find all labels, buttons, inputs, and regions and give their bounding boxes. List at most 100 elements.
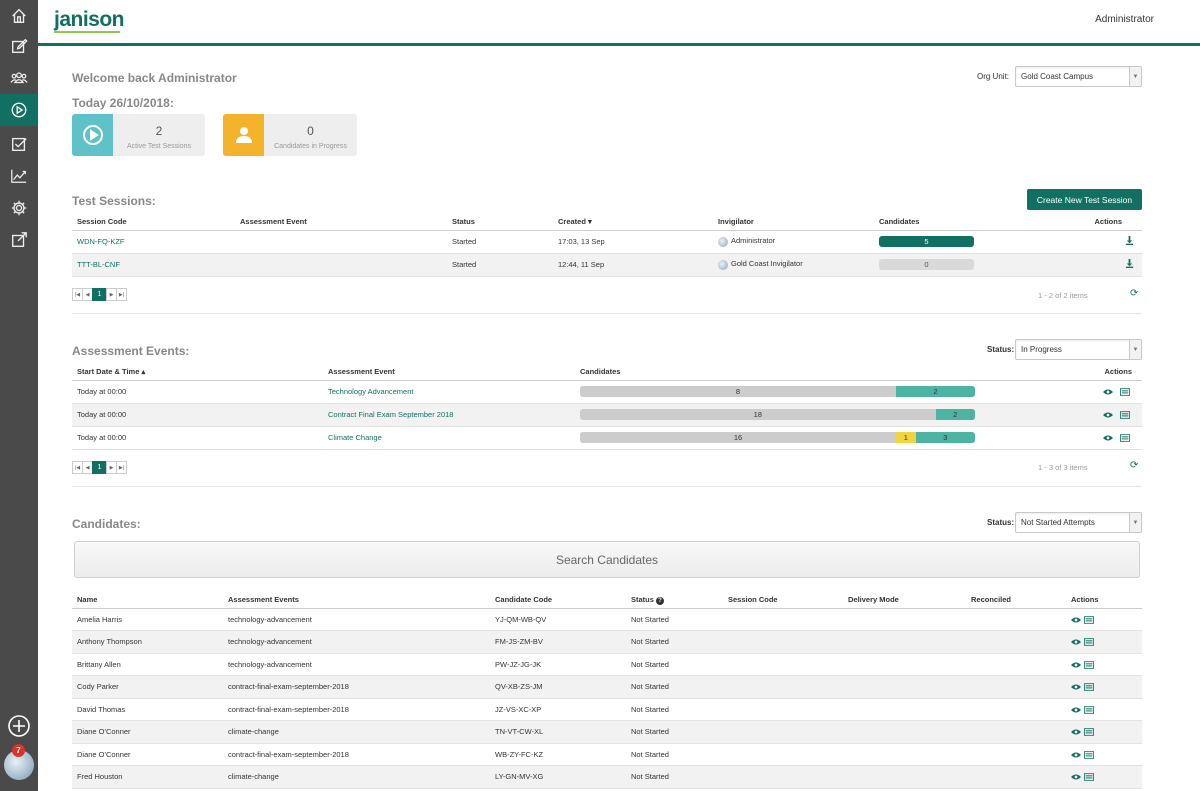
eye-icon[interactable] — [1071, 728, 1081, 736]
eye-icon[interactable] — [1071, 751, 1081, 759]
table-row: David Thomas contract-final-exam-septemb… — [72, 698, 1142, 721]
create-test-session-button[interactable]: Create New Test Session — [1027, 189, 1142, 210]
monitor-icon[interactable] — [1084, 661, 1095, 669]
column-header: Candidates — [575, 364, 995, 381]
candidates-count: 5 — [924, 237, 929, 246]
pager-info: 1 - 2 of 2 items — [1038, 291, 1088, 300]
assessment-event-link[interactable]: Climate Change — [328, 433, 382, 442]
stat-active-sessions[interactable]: 2 Active Test Sessions — [72, 114, 205, 156]
add-circle-icon[interactable] — [7, 714, 31, 738]
org-unit-label: Org Unit: — [977, 72, 1010, 81]
stat-value: 0 — [307, 124, 314, 138]
session-code-link[interactable]: TTT-BL-CNF — [77, 260, 120, 269]
sidebar-item-deliver[interactable] — [0, 94, 38, 126]
assessment-event-link[interactable]: Technology Advancement — [328, 387, 413, 396]
download-icon[interactable] — [1125, 259, 1134, 268]
candidate-name: Diane O'Conner — [72, 743, 223, 766]
candidates-bar[interactable]: 5 — [879, 236, 974, 247]
column-header[interactable]: Session Code — [72, 214, 235, 231]
column-header[interactable]: Status — [447, 214, 553, 231]
page-number[interactable]: 1 — [92, 461, 107, 474]
eye-icon[interactable] — [1102, 411, 1113, 419]
help-icon[interactable]: ? — [656, 596, 665, 605]
session-code-cell — [723, 653, 843, 676]
sidebar-item-users[interactable] — [0, 62, 38, 94]
table-row: Today at 00:00 Contract Final Exam Septe… — [72, 403, 1142, 427]
sidebar-item-mark[interactable] — [0, 128, 38, 160]
monitor-icon[interactable] — [1084, 616, 1095, 624]
welcome-title: Welcome back Administrator — [72, 71, 237, 85]
column-header[interactable]: Reconciled — [966, 592, 1066, 609]
sidebar-item-external[interactable] — [0, 224, 38, 256]
monitor-icon[interactable] — [1084, 683, 1095, 691]
monitor-icon[interactable] — [1084, 751, 1095, 759]
column-header[interactable]: Name — [72, 592, 223, 609]
stat-candidates-in-progress[interactable]: 0 Candidates in Progress — [223, 114, 357, 156]
person-icon — [223, 114, 264, 156]
created-cell: 17:03, 13 Sep — [553, 230, 713, 254]
column-header[interactable]: Session Code — [723, 592, 843, 609]
bar-segment-completed: 2 — [896, 386, 975, 397]
eye-icon[interactable] — [1071, 706, 1081, 714]
reconciled-cell — [966, 765, 1066, 789]
monitor-icon[interactable] — [1120, 434, 1130, 442]
column-header: Actions — [1084, 214, 1142, 231]
session-code-link[interactable]: WDN-FQ-KZF — [77, 237, 125, 246]
session-code-cell — [723, 765, 843, 789]
app-logo[interactable]: janison — [54, 8, 125, 32]
last-page-icon[interactable]: ▶| — [116, 288, 127, 301]
monitor-icon[interactable] — [1120, 388, 1130, 396]
column-header[interactable]: Assessment Events — [223, 592, 490, 609]
monitor-icon[interactable] — [1120, 411, 1130, 419]
column-header[interactable]: Assessment Event — [323, 364, 575, 381]
column-header[interactable]: Invigilator — [713, 214, 874, 231]
refresh-icon[interactable]: ⟳ — [1130, 460, 1138, 471]
column-header[interactable]: Delivery Mode — [843, 592, 966, 609]
candidate-status-select[interactable]: Not Started Attempts ▼ — [1015, 512, 1142, 533]
sidebar-item-settings[interactable] — [0, 192, 38, 224]
eye-icon[interactable] — [1071, 773, 1081, 781]
reconciled-cell — [966, 608, 1066, 631]
candidates-table: Name Assessment Events Candidate Code St… — [72, 592, 1142, 789]
column-header[interactable]: Candidate Code — [490, 592, 626, 609]
status-select-value: In Progress — [1021, 345, 1062, 354]
assessment-event-link[interactable]: Contract Final Exam September 2018 — [328, 410, 453, 419]
assessment-status-select[interactable]: In Progress ▼ — [1015, 339, 1142, 360]
monitor-icon[interactable] — [1084, 728, 1095, 736]
last-page-icon[interactable]: ▶| — [116, 461, 127, 474]
column-header[interactable]: Created ▾ — [553, 214, 713, 231]
column-header[interactable]: Start Date & Time ▴ — [72, 364, 323, 381]
candidates-progress-bar[interactable]: 16 1 3 — [580, 432, 975, 443]
eye-icon[interactable] — [1071, 683, 1081, 691]
org-unit-select[interactable]: Gold Coast Campus ▼ — [1015, 66, 1142, 87]
eye-icon[interactable] — [1071, 638, 1081, 646]
column-header: Actions — [995, 364, 1142, 381]
column-header[interactable]: Assessment Event — [235, 214, 447, 231]
gear-icon — [11, 200, 27, 216]
sidebar-item-author[interactable] — [0, 30, 38, 62]
search-candidates-button[interactable]: Search Candidates — [74, 541, 1140, 578]
monitor-icon[interactable] — [1084, 638, 1095, 646]
user-menu[interactable]: Administrator — [1095, 14, 1154, 25]
today-date: Today 26/10/2018: — [72, 96, 174, 110]
candidate-name: Diane O'Conner — [72, 720, 223, 744]
candidates-progress-bar[interactable]: 18 2 — [580, 409, 975, 420]
candidates-bar[interactable]: 0 — [879, 259, 974, 270]
page-number[interactable]: 1 — [92, 288, 107, 301]
sidebar-item-reports[interactable] — [0, 160, 38, 192]
sidebar-item-home[interactable] — [0, 0, 38, 32]
monitor-icon[interactable] — [1084, 706, 1095, 714]
eye-icon[interactable] — [1102, 434, 1113, 442]
bar-segment-not-started: 16 — [580, 432, 896, 443]
sidebar: 7 — [0, 0, 38, 791]
download-icon[interactable] — [1125, 236, 1134, 245]
monitor-icon[interactable] — [1084, 773, 1095, 781]
table-row: Fred Houston climate-change LY-GN-MV-XG … — [72, 765, 1142, 789]
refresh-icon[interactable]: ⟳ — [1130, 288, 1138, 299]
column-header[interactable]: Candidates — [874, 214, 1084, 231]
eye-icon[interactable] — [1102, 388, 1113, 396]
org-unit-value: Gold Coast Campus — [1021, 72, 1094, 81]
eye-icon[interactable] — [1071, 616, 1081, 624]
eye-icon[interactable] — [1071, 661, 1081, 669]
candidates-progress-bar[interactable]: 82 — [580, 386, 975, 397]
